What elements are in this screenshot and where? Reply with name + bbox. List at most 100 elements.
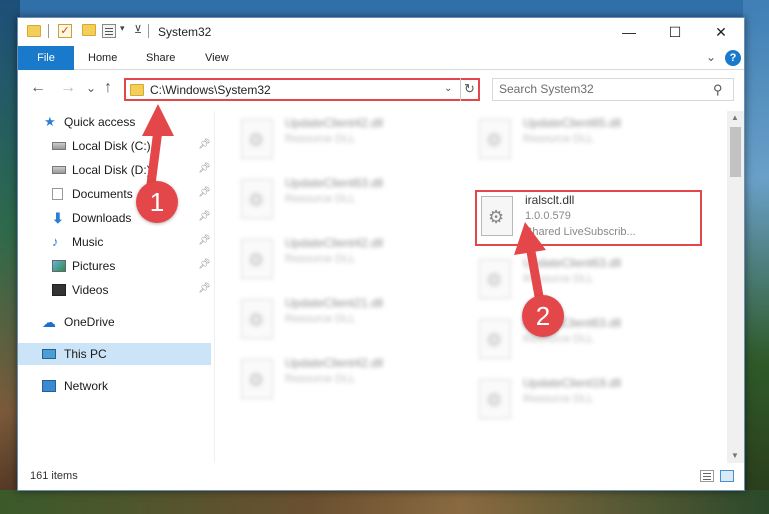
sidebar-item-label: Pictures	[72, 259, 116, 273]
file-item[interactable]: UpdateClient65.dll Resource DLL	[471, 113, 701, 165]
document-icon	[52, 188, 63, 200]
file-item[interactable]: UpdateClient19.dll Resource DLL	[471, 373, 701, 425]
forward-button[interactable]: →	[60, 79, 76, 97]
recent-locations-button[interactable]: ⌄	[86, 81, 96, 95]
sidebar-item-label: Music	[72, 235, 104, 249]
folder-icon	[27, 25, 41, 37]
scroll-up-icon[interactable]: ▲	[731, 113, 739, 122]
file-name: UpdateClient42.dll	[285, 236, 384, 250]
sidebar-item-onedrive[interactable]: ☁ OneDrive	[18, 311, 211, 333]
file-type: Resource DLL	[285, 313, 356, 325]
sidebar-item-videos[interactable]: Videos 📌︎	[18, 279, 211, 301]
tab-file[interactable]: File	[18, 46, 74, 70]
dll-file-icon	[241, 179, 273, 219]
dll-file-icon	[479, 379, 511, 419]
file-name: UpdateClient21.dll	[285, 296, 384, 310]
sidebar-item-local-disk-d[interactable]: Local Disk (D:) 📌︎	[18, 159, 211, 181]
file-item[interactable]: UpdateClient63.dll Resource DLL	[471, 253, 701, 305]
tab-home[interactable]: Home	[88, 46, 117, 70]
dll-file-icon	[241, 119, 273, 159]
step-badge-1: 1	[136, 181, 178, 223]
scroll-down-icon[interactable]: ▼	[731, 451, 739, 460]
sidebar-item-label: Local Disk (D:)	[72, 163, 151, 177]
file-list: UpdateClient42.dll Resource DLL UpdateCl…	[215, 111, 727, 463]
highlight-box	[475, 190, 702, 246]
file-type: Resource DLL	[285, 253, 356, 265]
sidebar-item-network[interactable]: Network	[18, 375, 211, 397]
file-item[interactable]: UpdateClient42.dll Resource DLL	[233, 353, 463, 405]
item-count: 161 items	[30, 470, 78, 482]
maximize-button[interactable]: ☐	[652, 18, 698, 46]
new-folder-quick-icon[interactable]	[82, 24, 96, 36]
search-box[interactable]: ⚲	[492, 78, 734, 101]
sidebar-item-label: Quick access	[64, 115, 136, 129]
expand-ribbon-icon[interactable]: ⌄	[706, 50, 716, 64]
vertical-scrollbar[interactable]: ▲ ▼	[727, 111, 744, 463]
file-name: UpdateClient42.dll	[285, 116, 384, 130]
sidebar-item-downloads[interactable]: ⬇ Downloads 📌︎	[18, 207, 211, 229]
sidebar-item-label: Network	[64, 379, 109, 393]
file-name: UpdateClient63.dll	[285, 176, 384, 190]
file-name: UpdateClient65.dll	[523, 116, 622, 130]
customize-toolbar-icon[interactable]: ⊻	[134, 23, 142, 36]
sidebar-item-pictures[interactable]: Pictures 📌︎	[18, 255, 211, 277]
sidebar-item-quick-access[interactable]: ★ Quick access	[18, 111, 211, 133]
close-button[interactable]: ✕	[698, 18, 744, 46]
back-button[interactable]: ←	[30, 79, 46, 97]
file-type: Resource DLL	[523, 393, 594, 405]
file-item[interactable]: UpdateClient42.dll Resource DLL	[233, 113, 463, 165]
sidebar-item-music[interactable]: ♪ Music 📌︎	[18, 231, 211, 253]
title-bar: ✓ ▾ ⊻ System32 — ☐ ✕	[18, 18, 744, 46]
minimize-button[interactable]: —	[606, 18, 652, 46]
computer-icon	[42, 349, 56, 359]
sidebar-item-this-pc[interactable]: This PC	[18, 343, 211, 365]
disk-icon	[52, 166, 66, 174]
refresh-button[interactable]: ↻	[460, 78, 478, 101]
up-button[interactable]: ↑	[104, 79, 112, 97]
quick-access-dropdown-icon[interactable]: ▾	[120, 23, 125, 34]
pin-icon[interactable]: 📌︎	[198, 139, 211, 150]
file-item[interactable]: UpdateClient21.dll Resource DLL	[233, 293, 463, 345]
sidebar-item-label: Videos	[72, 283, 109, 297]
scrollbar-thumb[interactable]	[730, 127, 741, 177]
pin-icon[interactable]: 📌︎	[198, 187, 211, 198]
address-bar[interactable]: C:\Windows\System32 ⌄ ↻	[124, 78, 480, 101]
address-dropdown-icon[interactable]: ⌄	[444, 83, 452, 94]
tab-view[interactable]: View	[205, 46, 229, 70]
file-type: Resource DLL	[285, 133, 356, 145]
file-type: Resource DLL	[523, 273, 594, 285]
address-path[interactable]: C:\Windows\System32	[150, 83, 271, 97]
help-icon[interactable]: ?	[725, 50, 741, 66]
sidebar-item-local-disk-c[interactable]: Local Disk (C:) 📌︎	[18, 135, 211, 157]
dll-file-icon	[479, 259, 511, 299]
pin-icon[interactable]: 📌︎	[198, 163, 211, 174]
file-name: UpdateClient42.dll	[285, 356, 384, 370]
search-icon[interactable]: ⚲	[713, 82, 723, 98]
pin-icon[interactable]: 📌︎	[198, 211, 211, 222]
tab-share[interactable]: Share	[146, 46, 175, 70]
file-type: Resource DLL	[523, 133, 594, 145]
pin-icon[interactable]: 📌︎	[198, 259, 211, 270]
pin-icon[interactable]: 📌︎	[198, 235, 211, 246]
properties-quick-icon[interactable]: ✓	[58, 24, 72, 38]
address-row: ← → ⌄ ↑ C:\Windows\System32 ⌄ ↻ ⚲	[18, 71, 744, 107]
download-icon: ⬇	[52, 210, 64, 226]
tiles-view-icon[interactable]	[720, 470, 734, 482]
ribbon-tabs: File Home Share View ⌄ ?	[18, 46, 744, 70]
properties-list-icon[interactable]	[102, 24, 116, 38]
file-item[interactable]: UpdateClient63.dll Resource DLL	[471, 313, 701, 365]
pictures-icon	[52, 260, 66, 272]
dll-file-icon	[479, 119, 511, 159]
pin-icon[interactable]: 📌︎	[198, 283, 211, 294]
search-input[interactable]	[499, 82, 699, 96]
window-title: System32	[158, 25, 212, 39]
file-item[interactable]: UpdateClient63.dll Resource DLL	[233, 173, 463, 225]
cloud-icon: ☁	[42, 314, 56, 330]
sidebar-item-label: Local Disk (C:)	[72, 139, 151, 153]
file-name: UpdateClient63.dll	[523, 256, 622, 270]
sidebar-item-documents[interactable]: Documents 📌︎	[18, 183, 211, 205]
step-badge-2: 2	[522, 295, 564, 337]
file-item[interactable]: UpdateClient42.dll Resource DLL	[233, 233, 463, 285]
details-view-icon[interactable]	[700, 470, 714, 482]
music-icon: ♪	[52, 234, 59, 249]
